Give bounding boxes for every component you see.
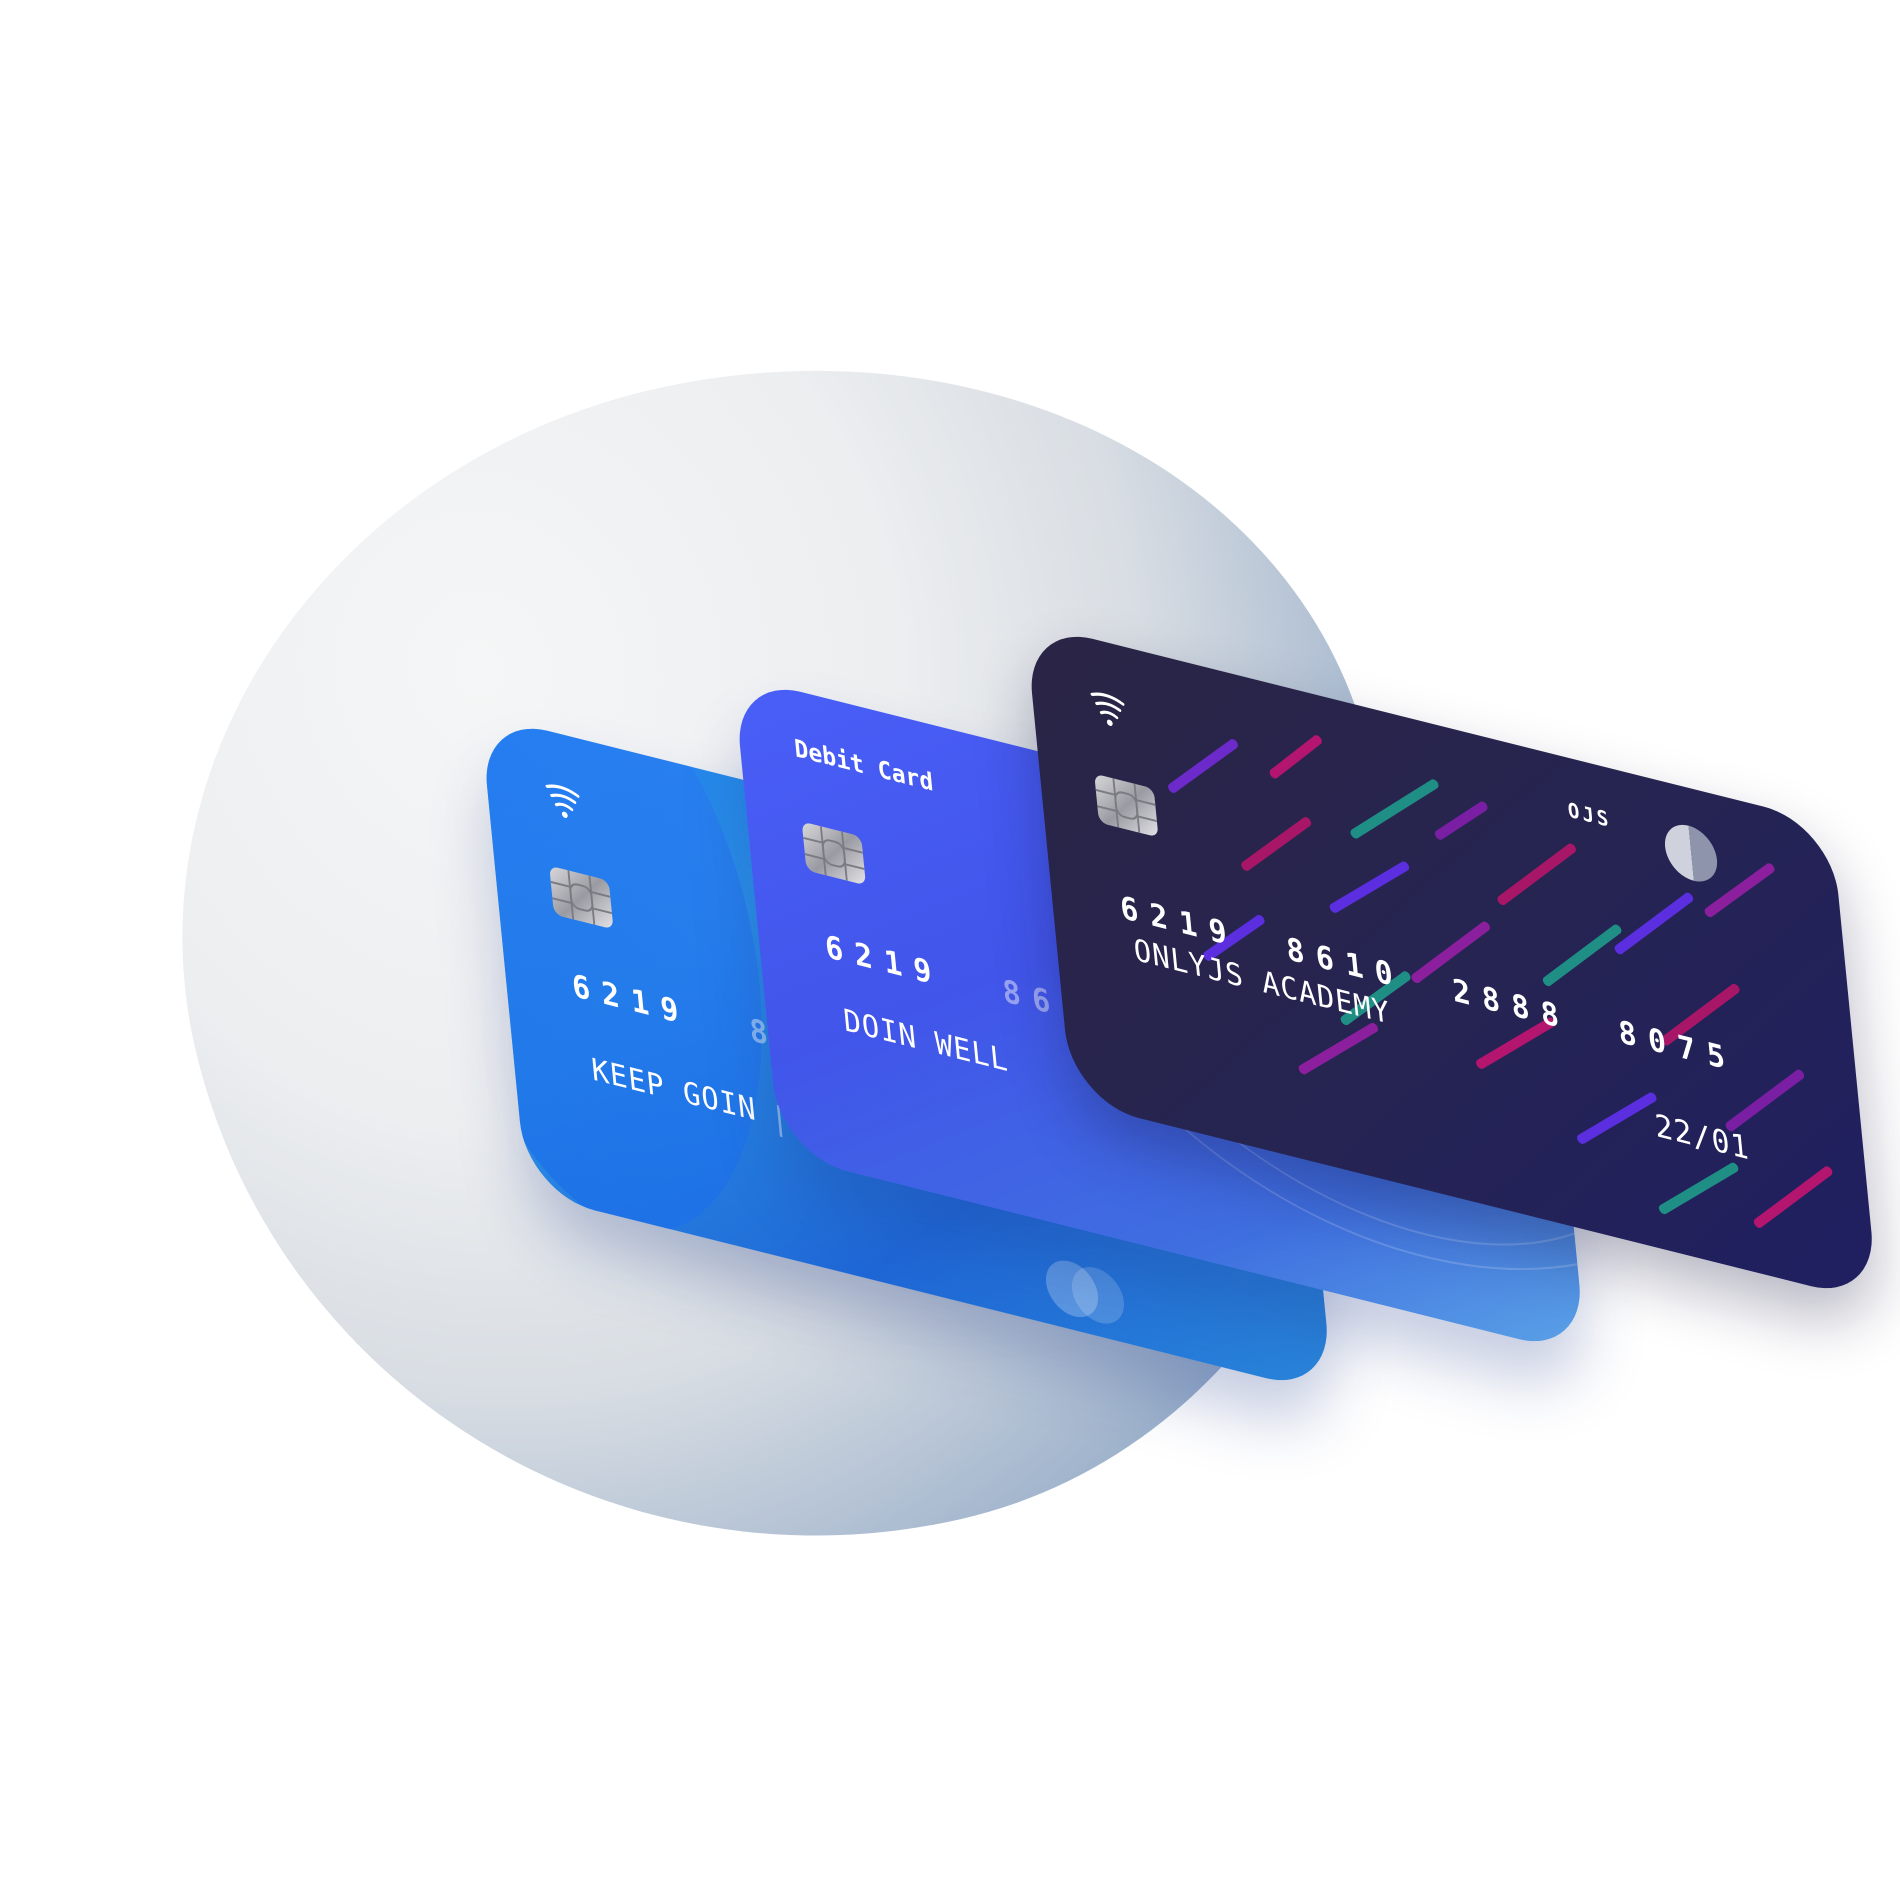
card-number-group-1: 6219	[823, 928, 945, 995]
card-holder-name: DOIN WELL	[841, 1002, 1011, 1080]
card-brand-logo-overlap	[1069, 1261, 1127, 1330]
card-number-group-2: 86	[1001, 972, 1064, 1025]
card-type-label: Debit Card	[793, 733, 935, 798]
scene: 6219 86 KEEP GOIN | 22/01 Debit Card 621…	[0, 0, 1900, 1900]
chip-icon	[801, 821, 866, 886]
